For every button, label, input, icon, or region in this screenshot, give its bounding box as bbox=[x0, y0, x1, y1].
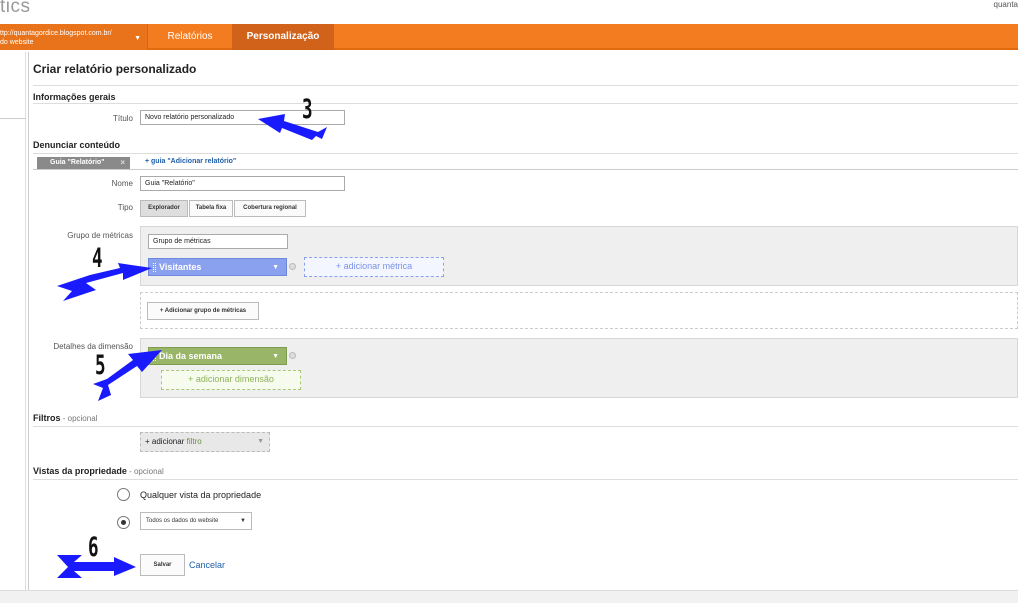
remove-metric-icon[interactable] bbox=[289, 263, 296, 270]
divider bbox=[33, 85, 1018, 86]
property-selector[interactable]: ttp://quantagordice.blogspot.com.br/ do … bbox=[0, 24, 148, 50]
left-sidebar bbox=[0, 52, 26, 603]
property-view: do website bbox=[0, 39, 34, 46]
metric-visitors-pill[interactable]: Visitantes ▼ bbox=[148, 258, 287, 276]
chevron-down-icon: ▼ bbox=[134, 35, 141, 42]
report-content-heading: Denunciar conteúdo bbox=[33, 140, 121, 150]
name-input[interactable]: Guia "Relatório" bbox=[140, 176, 345, 191]
main-navigation: ttp://quantagordice.blogspot.com.br/ do … bbox=[0, 24, 1018, 50]
drag-handle-icon[interactable] bbox=[153, 352, 156, 361]
metric-group-label: Grupo de métricas bbox=[67, 231, 133, 240]
user-account[interactable]: quanta bbox=[994, 0, 1018, 9]
metric-group-name-input[interactable]: Grupo de métricas bbox=[148, 234, 288, 249]
divider bbox=[33, 153, 1018, 154]
dimension-weekday-pill[interactable]: Dia da semana ▼ bbox=[148, 347, 287, 365]
drag-handle-icon[interactable] bbox=[153, 263, 156, 272]
metric-label: Visitantes bbox=[159, 262, 202, 272]
annotation-number-3: 3 bbox=[302, 94, 313, 125]
add-filter-button[interactable]: + adicionar filtro ▼ bbox=[140, 432, 270, 452]
dimension-label: Detalhes da dimensão bbox=[53, 342, 133, 351]
add-metric-group-area bbox=[140, 292, 1018, 329]
chevron-down-icon: ▼ bbox=[257, 438, 264, 445]
annotation-number-5: 5 bbox=[95, 350, 106, 381]
divider bbox=[33, 479, 1018, 480]
chevron-down-icon: ▼ bbox=[272, 264, 279, 271]
divider bbox=[33, 103, 1018, 104]
page-title: Criar relatório personalizado bbox=[33, 62, 197, 76]
add-metric-button[interactable]: + adicionar métrica bbox=[304, 257, 444, 277]
divider bbox=[33, 426, 1018, 427]
annotation-arrow-4 bbox=[57, 263, 152, 301]
property-views-heading: Vistas da propriedade - opcional bbox=[33, 466, 164, 476]
content-divider bbox=[28, 52, 30, 603]
chevron-down-icon: ▼ bbox=[272, 353, 279, 360]
remove-dimension-icon[interactable] bbox=[289, 352, 296, 359]
analytics-logo-text: tics bbox=[0, 0, 31, 17]
title-label: Título bbox=[112, 114, 133, 123]
radio-any-view[interactable] bbox=[117, 488, 130, 501]
annotation-number-4: 4 bbox=[92, 243, 103, 274]
page-footer bbox=[0, 590, 1018, 603]
tab-reports[interactable]: Relatórios bbox=[150, 24, 230, 50]
dimension-label-text: Dia da semana bbox=[159, 351, 223, 361]
name-label: Nome bbox=[111, 179, 133, 188]
save-button[interactable]: Salvar bbox=[140, 554, 185, 576]
property-url: ttp://quantagordice.blogspot.com.br/ bbox=[0, 30, 112, 37]
close-icon[interactable]: × bbox=[120, 157, 125, 169]
add-dimension-button[interactable]: + adicionar dimensão bbox=[161, 370, 301, 390]
report-tab[interactable]: Guia "Relatório" × bbox=[37, 157, 130, 169]
general-info-heading: Informações gerais bbox=[33, 92, 116, 102]
title-input[interactable]: Novo relatório personalizado bbox=[140, 110, 345, 125]
add-metric-group-button[interactable]: + Adicionar grupo de métricas bbox=[147, 302, 259, 320]
annotation-number-6: 6 bbox=[88, 532, 99, 563]
type-label: Tipo bbox=[117, 203, 133, 212]
report-tab-label: Guia "Relatório" bbox=[50, 159, 105, 166]
type-map-overlay-button[interactable]: Cobertura regional bbox=[234, 200, 306, 217]
filters-heading: Filtros - opcional bbox=[33, 413, 98, 423]
chevron-down-icon: ▼ bbox=[240, 518, 246, 524]
view-select-dropdown[interactable]: Todos os dados do website ▼ bbox=[140, 512, 252, 530]
radio-selected-view[interactable] bbox=[117, 516, 130, 529]
divider bbox=[33, 169, 1018, 170]
type-flat-table-button[interactable]: Tabela fixa bbox=[189, 200, 233, 217]
radio-any-view-label: Qualquer vista da propriedade bbox=[140, 490, 262, 500]
add-report-tab-link[interactable]: + guia "Adicionar relatório" bbox=[145, 158, 236, 165]
cancel-link[interactable]: Cancelar bbox=[189, 560, 225, 570]
type-explorer-button[interactable]: Explorador bbox=[140, 200, 188, 217]
tab-customization[interactable]: Personalização bbox=[232, 24, 334, 50]
